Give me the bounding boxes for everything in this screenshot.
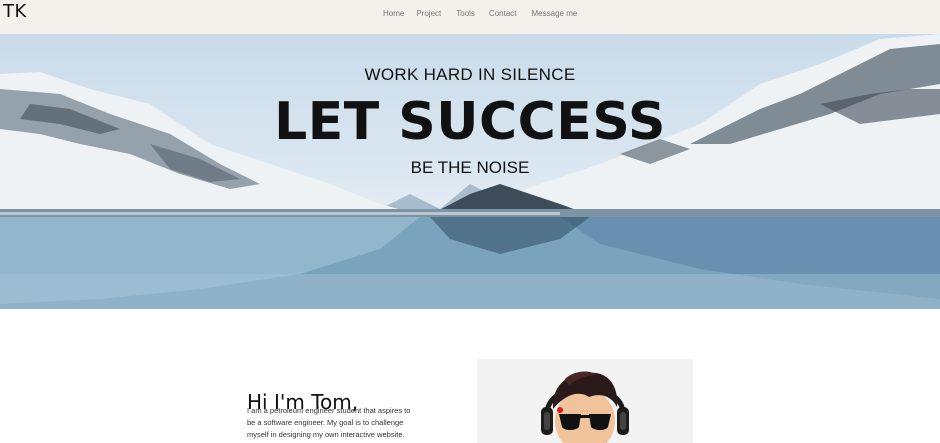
nav-link-project[interactable]: Project bbox=[416, 9, 441, 18]
nav-link-message-me[interactable]: Message me bbox=[532, 9, 578, 18]
nav-links: Home Project Tools Contact Message me bbox=[383, 9, 577, 18]
nav-link-contact[interactable]: Contact bbox=[489, 9, 517, 18]
avatar bbox=[541, 371, 629, 443]
hero-headline: LET SUCCESS bbox=[274, 92, 666, 152]
nav-link-tools[interactable]: Tools bbox=[456, 9, 475, 18]
hero-subline: BE THE NOISE bbox=[410, 158, 530, 177]
hero-kicker: WORK HARD IN SILENCE bbox=[364, 65, 576, 84]
about-line-1: I am a petroleum engineer student that a… bbox=[247, 406, 411, 415]
hero-banner: WORK HARD IN SILENCE LET SUCCESS BE THE … bbox=[0, 34, 940, 309]
about-description: I am a petroleum engineer student that a… bbox=[247, 405, 447, 441]
nav-link-home[interactable]: Home bbox=[383, 9, 404, 18]
about-line-3: myself in designing my own interactive w… bbox=[247, 430, 405, 439]
brand-logo[interactable]: TK bbox=[3, 1, 27, 22]
top-navbar: TK Home Project Tools Contact Message me bbox=[0, 0, 940, 34]
about-line-2: be a software engineer. My goal is to ch… bbox=[247, 418, 404, 427]
avatar-card bbox=[477, 359, 693, 443]
